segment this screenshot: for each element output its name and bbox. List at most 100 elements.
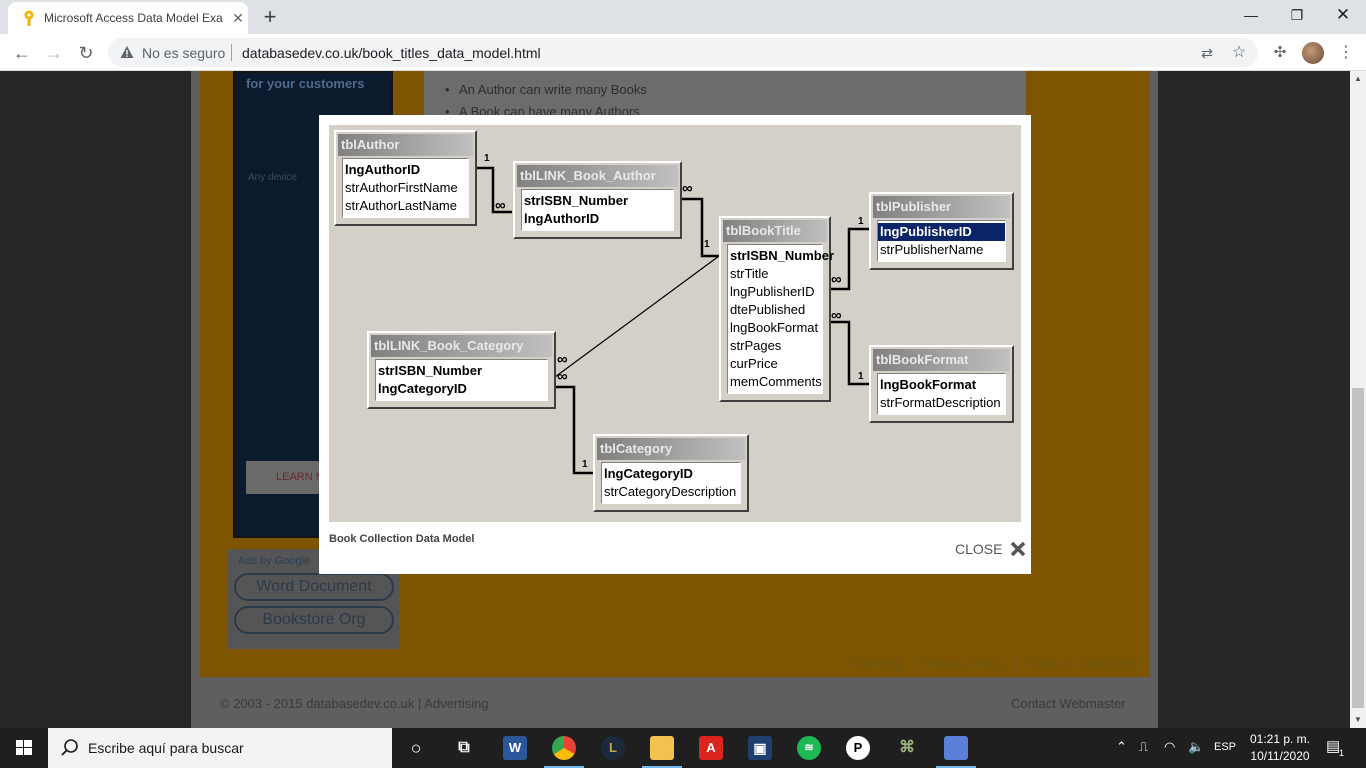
forward-arrow-icon[interactable]: → xyxy=(42,41,66,65)
warning-icon xyxy=(120,46,134,58)
table-author[interactable]: tblAuthor lngAuthorID strAuthorFirstName… xyxy=(334,130,477,226)
relationship-author-link xyxy=(476,166,512,214)
field-list: strISBN_Number lngAuthorID xyxy=(521,189,674,231)
field[interactable]: lngPublisherID xyxy=(728,283,822,301)
translate-icon[interactable]: ⇄ xyxy=(1198,44,1216,62)
url-text[interactable]: databasedev.co.uk/book_titles_data_model… xyxy=(242,45,541,61)
footer-divider xyxy=(914,656,915,671)
ads-by-google-label[interactable]: Ads by Google xyxy=(238,555,310,567)
ad-link-bookstore-org[interactable]: Bookstore Org xyxy=(234,606,394,634)
window-close-icon[interactable]: ✕ xyxy=(1320,0,1366,30)
acrobat-icon[interactable]: A xyxy=(699,736,723,760)
show-hidden-icons-icon[interactable]: ⌃ xyxy=(1116,739,1127,755)
footer-link-sitemap[interactable]: Site Map xyxy=(851,656,902,671)
data-model-diagram[interactable]: 1 ∞ ∞ 1 ∞ 1 ∞ 1 ∞ ∞ 1 tblAuthor lngAutho… xyxy=(329,125,1021,522)
word-icon[interactable]: W xyxy=(503,736,527,760)
clock-time: 01:21 p. m. xyxy=(1249,732,1311,746)
bookmark-star-icon[interactable]: ☆ xyxy=(1230,44,1248,62)
language-indicator[interactable]: ESP xyxy=(1214,741,1236,753)
restore-icon[interactable]: ❐ xyxy=(1274,0,1320,30)
pinnacle-icon[interactable]: P xyxy=(846,736,870,760)
rel-many-label: ∞ xyxy=(557,351,568,368)
field-primary-key-selected[interactable]: lngPublisherID xyxy=(878,223,1005,241)
scrollbar-thumb[interactable] xyxy=(1352,388,1364,708)
windows-start-icon[interactable] xyxy=(0,728,48,768)
table-title: tblCategory xyxy=(597,438,745,460)
lightbox-close-button[interactable]: CLOSE xyxy=(955,538,1026,558)
volume-icon[interactable]: 🔈 xyxy=(1188,739,1204,755)
rel-one-label: 1 xyxy=(582,459,588,470)
field-list: lngPublisherID strPublisherName xyxy=(877,220,1006,262)
field[interactable]: lngBookFormat xyxy=(728,319,822,337)
cortana-icon[interactable]: ○ xyxy=(404,736,428,760)
chrome-icon[interactable] xyxy=(552,736,576,760)
table-book-title[interactable]: tblBookTitle strISBN_Number strTitle lng… xyxy=(719,216,834,402)
game-controller-icon[interactable]: ⌘ xyxy=(895,736,919,760)
footer-link-privacy[interactable]: Privacy Policy xyxy=(924,656,1005,671)
field-primary-key[interactable]: strISBN_Number xyxy=(728,247,834,265)
field[interactable]: memComments xyxy=(728,373,822,391)
footer-link-terms[interactable]: Terms & Conditions xyxy=(1027,656,1140,671)
table-link-book-category[interactable]: tblLINK_Book_Category strISBN_Number lng… xyxy=(367,331,556,409)
minimize-icon[interactable]: — xyxy=(1228,0,1274,30)
table-link-book-author[interactable]: tblLINK_Book_Author strISBN_Number lngAu… xyxy=(513,161,682,239)
field[interactable]: strAuthorLastName xyxy=(343,197,468,215)
table-title: tblLINK_Book_Category xyxy=(371,335,552,357)
table-book-format[interactable]: tblBookFormat lngBookFormat strFormatDes… xyxy=(869,345,1014,423)
field[interactable]: strCategoryDescription xyxy=(602,483,740,501)
contact-webmaster-link[interactable]: Contact Webmaster xyxy=(1011,696,1126,711)
rel-one-label: 1 xyxy=(858,371,864,382)
taskbar-search-box[interactable]: Escribe aquí para buscar xyxy=(48,728,392,768)
field[interactable]: dtePublished xyxy=(728,301,822,319)
copyright-text: © 2003 - 2015 databasedev.co.uk | Advert… xyxy=(220,696,489,711)
field-list: lngBookFormat strFormatDescription xyxy=(877,373,1006,415)
address-bar[interactable]: No es seguro databasedev.co.uk/book_titl… xyxy=(108,38,1258,67)
table-publisher[interactable]: tblPublisher lngPublisherID strPublisher… xyxy=(869,192,1014,270)
field[interactable]: strPublisherName xyxy=(878,241,1005,259)
field-primary-key[interactable]: lngAuthorID xyxy=(522,210,673,228)
ad-learn-more-button[interactable]: LEARN M xyxy=(246,461,326,494)
field-primary-key[interactable]: lngAuthorID xyxy=(343,161,468,179)
snipping-tool-icon[interactable] xyxy=(944,736,968,760)
new-tab-button[interactable]: + xyxy=(258,5,282,29)
field[interactable]: strTitle xyxy=(728,265,822,283)
system-clock[interactable]: 01:21 p. m. 10/11/2020 xyxy=(1242,731,1318,765)
browser-tab[interactable]: Microsoft Access Data Model Exa ✕ xyxy=(8,2,248,34)
virtualbox-icon[interactable]: ▣ xyxy=(748,736,772,760)
file-explorer-icon[interactable] xyxy=(650,736,674,760)
browser-menu-icon[interactable]: ⋮ xyxy=(1336,42,1356,64)
notification-count-badge: 1 xyxy=(1339,748,1345,758)
close-label: CLOSE xyxy=(955,541,1003,557)
wifi-icon[interactable]: ◠ xyxy=(1164,739,1175,755)
network-icon[interactable]: ⎍ xyxy=(1139,739,1148,755)
field-primary-key[interactable]: strISBN_Number xyxy=(522,192,673,210)
field-primary-key[interactable]: lngCategoryID xyxy=(602,465,740,483)
back-arrow-icon[interactable]: ← xyxy=(10,41,34,65)
spotify-icon[interactable]: ≋ xyxy=(797,736,821,760)
field-list: strISBN_Number strTitle lngPublisherID d… xyxy=(727,244,834,394)
task-view-icon[interactable]: ⧉ xyxy=(452,736,476,760)
extensions-puzzle-icon[interactable]: ✣ xyxy=(1270,43,1290,63)
league-of-legends-icon[interactable]: L xyxy=(601,736,625,760)
field-primary-key[interactable]: strISBN_Number xyxy=(376,362,547,380)
rel-one-label: 1 xyxy=(484,153,490,164)
lightbox-caption: Book Collection Data Model xyxy=(329,533,475,545)
field[interactable]: strFormatDescription xyxy=(878,394,1005,412)
ad-link-word-document[interactable]: Word Document xyxy=(234,573,394,601)
reload-icon[interactable]: ↻ xyxy=(74,41,98,65)
field[interactable]: strPages xyxy=(728,337,822,355)
scroll-down-icon[interactable]: ▼ xyxy=(1350,712,1366,728)
table-category[interactable]: tblCategory lngCategoryID strCategoryDes… xyxy=(593,434,749,512)
field-primary-key[interactable]: lngBookFormat xyxy=(878,376,1005,394)
field-primary-key[interactable]: lngCategoryID xyxy=(376,380,547,398)
field[interactable]: curPrice xyxy=(728,355,822,373)
rel-many-label: ∞ xyxy=(831,307,842,324)
field[interactable]: strAuthorFirstName xyxy=(343,179,468,197)
profile-avatar[interactable] xyxy=(1302,42,1324,64)
tab-title: Microsoft Access Data Model Exa xyxy=(44,11,223,25)
search-icon xyxy=(61,739,78,756)
scroll-up-icon[interactable]: ▲ xyxy=(1350,71,1366,87)
tab-close-icon[interactable]: ✕ xyxy=(230,10,246,26)
ad-device-label: Any device xyxy=(248,172,297,183)
browser-titlebar: Microsoft Access Data Model Exa ✕ + — ❐ … xyxy=(0,0,1366,34)
